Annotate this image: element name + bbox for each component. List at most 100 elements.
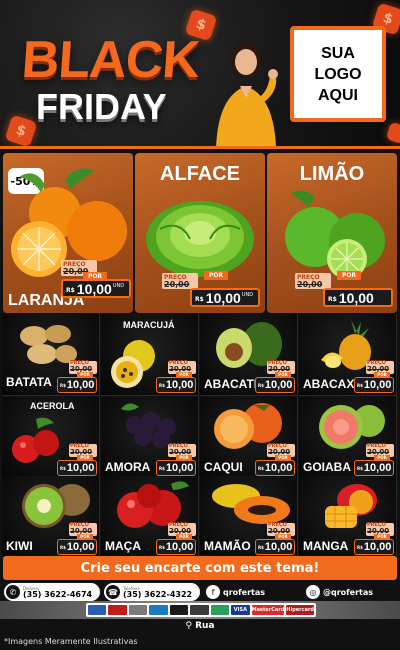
new-price: R$ 10,00 — [255, 539, 295, 555]
mastercard-icon: MasterCard — [251, 605, 285, 615]
new-price: R$ 10,00 — [156, 539, 196, 555]
product-card-acerola: ACEROLA PREÇO 20,00 POR R$ 10,00 — [2, 397, 100, 479]
product-name: MARACUJÁ — [123, 320, 175, 330]
new-price: R$ 10,00 — [354, 377, 394, 393]
whatsapp-icon: ✆ — [6, 585, 20, 599]
woman-illustration — [216, 42, 278, 148]
location-pin-icon: ⚲ — [185, 621, 193, 631]
lime-image — [285, 190, 385, 279]
product-name: ABACATE — [204, 377, 262, 391]
product-card-maca: MAÇA PREÇO 20,00 POR R$ 10,00 — [101, 476, 199, 558]
product-card-laranja: -50% LARANJA PREÇO 20,00 POR R$ 10,00 UND — [3, 153, 133, 313]
black-title: BLACK — [19, 31, 202, 89]
price-tag: PREÇO 20,00 POR R$ 10,00 UND — [61, 260, 131, 298]
card-icon — [128, 605, 148, 615]
product-card-manga: MANGA PREÇO 20,00 POR R$ 10,00 — [299, 476, 397, 558]
new-price: R$ 10,00 — [354, 539, 394, 555]
price-tag: PREÇO 20,00 POR R$ 10,00 — [255, 444, 295, 476]
price-tag: PREÇO 20,00 POR R$ 10,00 — [255, 361, 295, 393]
product-card-kiwi: KIWI PREÇO 20,00 POR R$ 10,00 — [2, 476, 100, 558]
product-card-abacaxi: ABACAXI PREÇO 20,00 POR R$ 10,00 — [299, 314, 397, 396]
price-tag: PREÇO 20,00 POR R$ 10,00 — [255, 523, 295, 555]
price-tag: PREÇO 20,00 POR R$ 10,00 — [354, 444, 394, 476]
product-name: BATATA — [6, 375, 52, 389]
visa-icon: VISA — [231, 605, 250, 615]
price-tag: PREÇO 20,00 POR R$ 10,00 — [295, 271, 393, 311]
product-card-caqui: CAQUI PREÇO 20,00 POR R$ 10,00 — [200, 397, 298, 479]
product-card-maracuja: MARACUJÁ PREÇO 20,00 POR R$ 10,00 — [101, 314, 199, 396]
card-icon — [190, 605, 209, 615]
product-name: MAÇA — [105, 539, 141, 553]
por-label: POR — [204, 271, 228, 280]
product-name: LIMÃO — [299, 163, 365, 185]
new-price: R$ 10,00 — [57, 539, 97, 555]
new-price: R$ 10,00 — [255, 377, 295, 393]
facebook-icon: f — [206, 585, 220, 599]
product-name: KIWI — [6, 539, 33, 553]
address-text: Rua — [195, 621, 215, 631]
por-label: POR — [337, 271, 361, 280]
divider — [0, 146, 400, 149]
passion-fruit-image — [111, 340, 155, 388]
product-card-abacate: ABACATE PREÇO 20,00 POR R$ 10,00 — [200, 314, 298, 396]
disclaimer: *Imagens Meramente Ilustrativas — [4, 637, 138, 646]
contact-whatsapp[interactable]: ✆ Delivery (35) 3622-4674 — [4, 583, 100, 601]
new-price: R$ 10,00 — [354, 460, 394, 476]
logo-placeholder: SUA LOGO AQUI — [290, 26, 386, 122]
cta-banner[interactable]: Crie seu encarte com este tema! — [3, 556, 397, 580]
contact-text: qrofertas — [223, 587, 266, 597]
coin-icon — [385, 121, 400, 145]
product-card-batata: BATATA PREÇO 20,00 POR R$ 10,00 — [2, 314, 100, 396]
contact-text: @qrofertas — [323, 587, 374, 597]
product-name: GOIABA — [303, 460, 351, 474]
product-card-mamao: MAMÃO PREÇO 20,00 POR R$ 10,00 — [200, 476, 298, 558]
product-name: MANGA — [303, 539, 349, 553]
product-name: ACEROLA — [30, 401, 75, 411]
price-tag: PREÇO 20,00 POR R$ 10,00 — [57, 361, 97, 393]
card-icon — [88, 605, 107, 615]
phone-icon: ☎ — [106, 585, 120, 599]
address: ⚲ Rua — [0, 619, 400, 633]
new-price: R$ 10,00 — [323, 288, 393, 307]
card-icon — [149, 605, 168, 615]
instagram-icon: ◎ — [306, 585, 320, 599]
logo-text: SUA — [321, 44, 355, 62]
product-card-alface: ALFACE PREÇO 20,00 POR R$ 10,00 UND — [135, 153, 265, 313]
price-tag: PREÇO 20,00 POR R$ 10,00 UND — [162, 271, 260, 311]
contact-phone[interactable]: ☎ Telefone (35) 3622-4322 — [104, 583, 200, 601]
payment-methods: VISA MasterCard Hipercard — [86, 603, 316, 617]
product-name: ALFACE — [160, 163, 240, 185]
contact-instagram[interactable]: ◎ @qrofertas — [304, 583, 400, 601]
price-tag: PREÇO 20,00 POR R$ 10,00 — [354, 523, 394, 555]
card-icon — [108, 605, 127, 615]
contact-text: (35) 3622-4674 — [23, 590, 93, 599]
new-price: R$ 10,00 UND — [61, 279, 131, 298]
logo-text: AQUI — [318, 86, 358, 104]
price-tag: PREÇO 20,00 POR R$ 10,00 — [57, 444, 97, 476]
friday-title: FRIDAY — [36, 86, 167, 127]
product-name: MAMÃO — [204, 539, 251, 553]
contact-facebook[interactable]: f qrofertas — [204, 583, 300, 601]
coin-icon: $ — [4, 114, 38, 148]
new-price: R$ 10,00 — [57, 460, 97, 476]
contacts-bar: ✆ Delivery (35) 3622-4674 ☎ Telefone (35) … — [0, 583, 400, 601]
product-name: AMORA — [105, 460, 151, 474]
old-price: PREÇO 20,00 — [162, 273, 198, 289]
product-card-goiaba: GOIABA PREÇO 20,00 POR R$ 10,00 — [299, 397, 397, 479]
new-price: R$ 10,00 — [156, 377, 196, 393]
price-tag: PREÇO 20,00 POR R$ 10,00 — [57, 523, 97, 555]
product-card-amora: AMORA PREÇO 20,00 POR R$ 10,00 — [101, 397, 199, 479]
new-price: R$ 10,00 — [156, 460, 196, 476]
new-price: R$ 10,00 — [255, 460, 295, 476]
product-card-limao: LIMÃO PREÇO 20,00 POR R$ 10,00 — [267, 153, 397, 313]
price-tag: PREÇO 20,00 POR R$ 10,00 — [156, 523, 196, 555]
card-icon — [210, 605, 230, 615]
new-price: R$ 10,00 — [57, 377, 97, 393]
price-tag: PREÇO 20,00 POR R$ 10,00 — [354, 361, 394, 393]
logo-text: LOGO — [314, 65, 362, 83]
product-name: ABACAXI — [303, 377, 358, 391]
product-name: CAQUI — [204, 460, 243, 474]
price-tag: PREÇO 20,00 POR R$ 10,00 — [156, 444, 196, 476]
hipercard-icon: Hipercard — [286, 605, 315, 615]
new-price: R$ 10,00 UND — [190, 288, 260, 307]
